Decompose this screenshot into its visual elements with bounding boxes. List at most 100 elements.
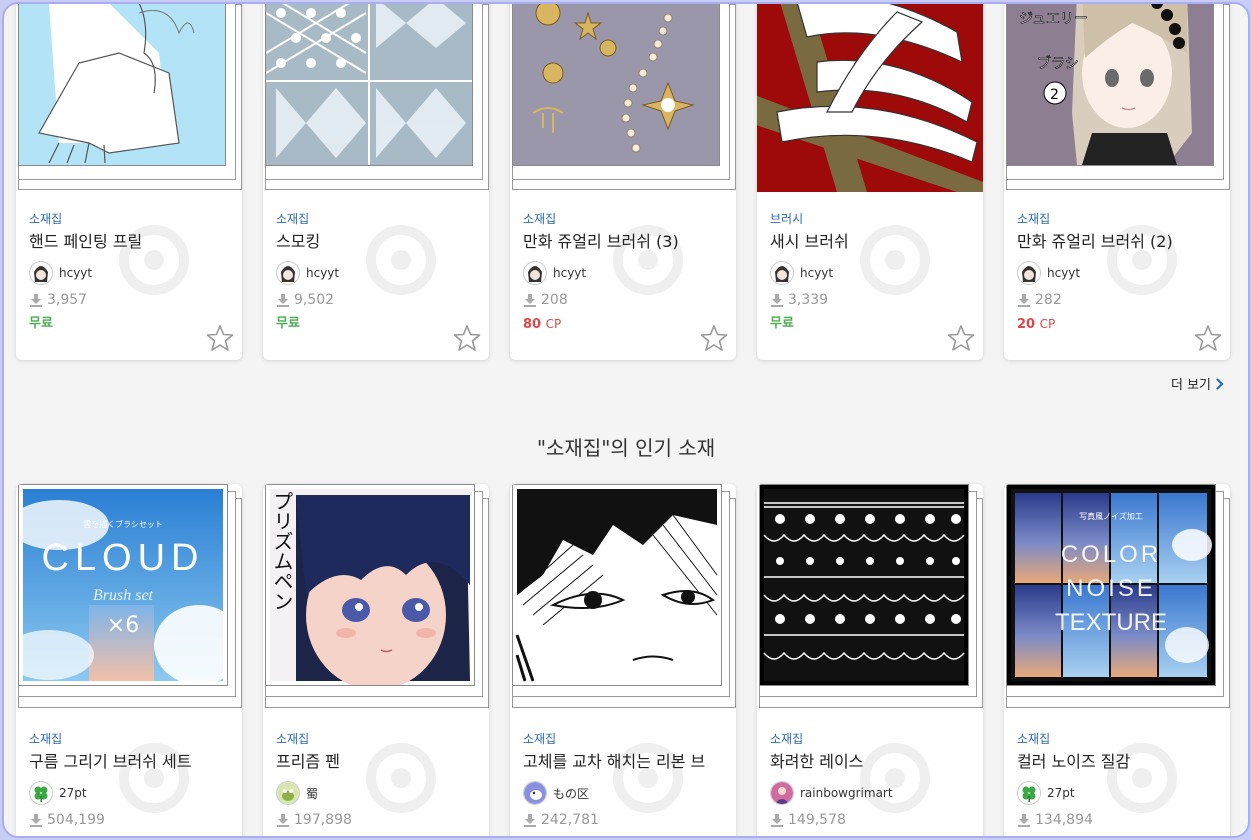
category-label[interactable]: 소재집 <box>523 730 724 748</box>
category-label[interactable]: 소재집 <box>276 210 477 228</box>
author-name[interactable]: rainbowgrimart <box>800 786 893 800</box>
material-title[interactable]: 만화 쥬얼리 브러쉬 (3) <box>523 230 724 256</box>
author-name[interactable]: 蜀 <box>306 785 318 802</box>
author[interactable]: rainbowgrimart <box>770 780 971 806</box>
download-icon <box>524 814 536 827</box>
thumbnail-image[interactable] <box>757 4 983 192</box>
thumbnail-image[interactable] <box>759 484 969 686</box>
material-title[interactable]: 화려한 레이스 <box>770 750 971 776</box>
material-card[interactable]: 写真風ノイズ加工 COLOR NOISE TEXTURE 소재집 컬러 노이즈 … <box>1004 484 1230 836</box>
avatar[interactable] <box>1017 781 1041 805</box>
category-label[interactable]: 소재집 <box>276 730 477 748</box>
page-frame: 소재집 핸드 페인팅 프릴 hcyyt 3,957 무료 소재집 스모킹 hcy… <box>2 2 1250 838</box>
more-link[interactable]: 더 보기 <box>1171 374 1226 393</box>
category-label[interactable]: 브러시 <box>770 210 971 228</box>
author[interactable]: hcyyt <box>1017 260 1218 286</box>
thumbnail-image[interactable] <box>512 484 722 686</box>
avatar[interactable] <box>276 261 300 285</box>
thumbnail-image[interactable]: 雲を描くブラシセット CLOUD Brush set ×6 <box>18 484 228 686</box>
svg-text:2: 2 <box>1050 87 1059 103</box>
thumbnail-image[interactable]: ジュエリー ブラシ 2 <box>1006 4 1214 166</box>
author[interactable]: hcyyt <box>523 260 724 286</box>
download-icon <box>1018 294 1030 307</box>
thumbnail-stack <box>16 4 242 192</box>
material-card[interactable]: ジュエリー ブラシ 2 소재집 만화 쥬얼리 브러쉬 (2) hcyyt 282… <box>1004 4 1230 360</box>
material-title[interactable]: 프리즘 펜 <box>276 750 477 776</box>
material-card[interactable]: 소재집 화려한 레이스 rainbowgrimart 149,578 <box>757 484 983 836</box>
material-card[interactable]: 소재집 핸드 페인팅 프릴 hcyyt 3,957 무료 <box>16 4 242 360</box>
material-card[interactable]: 雲を描くブラシセット CLOUD Brush set ×6 소재집 구름 그리기… <box>16 484 242 836</box>
author-name[interactable]: hcyyt <box>306 266 339 280</box>
avatar[interactable] <box>523 261 547 285</box>
download-count: 134,894 <box>1017 810 1218 830</box>
author-name[interactable]: 27pt <box>59 786 87 800</box>
material-title[interactable]: 핸드 페인팅 프릴 <box>29 230 230 256</box>
material-title[interactable]: 만화 쥬얼리 브러쉬 (2) <box>1017 230 1218 256</box>
download-count: 3,339 <box>770 290 971 310</box>
category-label[interactable]: 소재집 <box>29 210 230 228</box>
thumbnail-image[interactable]: プリズムペン <box>265 484 475 686</box>
svg-text:ジュエリー: ジュエリー <box>1019 11 1088 27</box>
material-card[interactable]: 소재집 스모킹 hcyyt 9,502 무료 <box>263 4 489 360</box>
avatar[interactable] <box>276 781 300 805</box>
price-label: 무료 <box>276 316 300 331</box>
category-label[interactable]: 소재집 <box>523 210 724 228</box>
more-link-label[interactable]: 더 보기 <box>1171 374 1211 393</box>
material-title[interactable]: 컬러 노이즈 질감 <box>1017 750 1218 776</box>
download-icon <box>771 294 783 307</box>
avatar[interactable] <box>770 781 794 805</box>
thumbnail-stack <box>263 4 489 192</box>
download-icon <box>771 814 783 827</box>
author-name[interactable]: hcyyt <box>553 266 586 280</box>
material-title[interactable]: 고체를 교차 해치는 리본 브 <box>523 750 724 776</box>
cover-line-1: COLOR <box>1060 541 1162 568</box>
category-label[interactable]: 소재집 <box>1017 210 1218 228</box>
avatar[interactable] <box>29 781 53 805</box>
download-count: 208 <box>523 290 724 310</box>
avatar[interactable] <box>1017 261 1041 285</box>
author-name[interactable]: 27pt <box>1047 786 1075 800</box>
download-count: 282 <box>1017 290 1218 310</box>
material-title[interactable]: 새시 브러쉬 <box>770 230 971 256</box>
author[interactable]: もの区 <box>523 780 724 806</box>
avatar[interactable] <box>770 261 794 285</box>
favorite-star-icon[interactable] <box>453 324 481 352</box>
author[interactable]: hcyyt <box>276 260 477 286</box>
avatar[interactable] <box>523 781 547 805</box>
download-icon <box>30 814 42 827</box>
material-title[interactable]: 스모킹 <box>276 230 477 256</box>
favorite-star-icon[interactable] <box>1194 324 1222 352</box>
material-card[interactable]: プリズムペン 소재집 프리즘 펜 蜀 197,898 <box>263 484 489 836</box>
author-name[interactable]: hcyyt <box>800 266 833 280</box>
thumbnail-image[interactable] <box>265 4 473 166</box>
author[interactable]: hcyyt <box>29 260 230 286</box>
avatar[interactable] <box>29 261 53 285</box>
material-card[interactable]: 브러시 새시 브러쉬 hcyyt 3,339 무료 <box>757 4 983 360</box>
favorite-star-icon[interactable] <box>206 324 234 352</box>
favorite-star-icon[interactable] <box>700 324 728 352</box>
thumbnail-image[interactable]: 写真風ノイズ加工 COLOR NOISE TEXTURE <box>1006 484 1216 686</box>
author[interactable]: 27pt <box>29 780 230 806</box>
author[interactable]: hcyyt <box>770 260 971 286</box>
download-icon <box>30 294 42 307</box>
price-label: 무료 <box>29 316 53 331</box>
download-count: 9,502 <box>276 290 477 310</box>
chevron-right-icon[interactable] <box>1214 377 1226 391</box>
author-name[interactable]: hcyyt <box>59 266 92 280</box>
author[interactable]: 27pt <box>1017 780 1218 806</box>
category-label[interactable]: 소재집 <box>770 730 971 748</box>
download-count: 242,781 <box>523 810 724 830</box>
thumbnail-stack: ジュエリー ブラシ 2 <box>1004 4 1230 192</box>
material-title[interactable]: 구름 그리기 브러쉬 세트 <box>29 750 230 776</box>
category-label[interactable]: 소재집 <box>1017 730 1218 748</box>
favorite-star-icon[interactable] <box>947 324 975 352</box>
author-name[interactable]: もの区 <box>553 785 589 802</box>
thumbnail-image[interactable] <box>512 4 720 166</box>
material-card[interactable]: 소재집 만화 쥬얼리 브러쉬 (3) hcyyt 208 80 CP <box>510 4 736 360</box>
material-card[interactable]: 소재집 고체를 교차 해치는 리본 브 もの区 242,781 <box>510 484 736 836</box>
category-label[interactable]: 소재집 <box>29 730 230 748</box>
thumbnail-stack <box>510 4 736 192</box>
thumbnail-image[interactable] <box>18 4 226 166</box>
author[interactable]: 蜀 <box>276 780 477 806</box>
author-name[interactable]: hcyyt <box>1047 266 1080 280</box>
